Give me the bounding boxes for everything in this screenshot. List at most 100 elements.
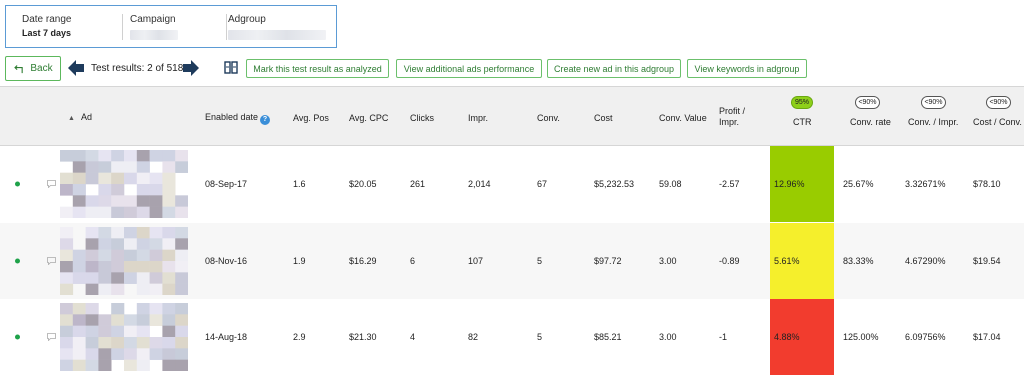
redaction-pixel [136, 195, 150, 207]
redaction-pixel [111, 272, 125, 284]
column-header-conv-rate[interactable]: Conv. rate [850, 117, 891, 128]
column-header-impr[interactable]: Impr. [468, 113, 488, 124]
column-header-clicks[interactable]: Clicks [410, 113, 434, 124]
column-header-profit-impr[interactable]: Profit / Impr. [719, 106, 745, 128]
campaign-label: Campaign [130, 14, 176, 25]
date-range-filter[interactable]: Date range Last 7 days [22, 14, 118, 42]
campaign-value-redacted [130, 30, 178, 40]
redaction-pixel [175, 283, 188, 295]
ctr-value: 12.96% [774, 179, 805, 189]
redaction-pixel [149, 195, 163, 207]
campaign-filter[interactable]: Campaign [130, 14, 220, 42]
column-header-cost[interactable]: Cost [594, 113, 613, 124]
filter-divider [122, 14, 123, 40]
conv-rate-confidence-badge: <90% [855, 96, 880, 109]
table-row[interactable]: 08-Sep-17 1.6 $20.05 261 2,014 67 $5,232… [0, 146, 1024, 222]
redaction-pixel [149, 150, 163, 162]
avg-cpc-cell: $16.29 [349, 256, 377, 266]
test-results-counter: Test results: 2 of 518 [91, 63, 184, 74]
redaction-pixel [85, 238, 99, 250]
adgroup-value-redacted [228, 30, 326, 40]
redaction-pixel [111, 283, 125, 295]
table-header: ▲ Ad Enabled date? Avg. Pos Avg. CPC Clic… [0, 86, 1024, 146]
ad-test-results-page: Date range Last 7 days Campaign Adgroup … [0, 0, 1024, 375]
comment-icon[interactable] [47, 257, 56, 265]
redaction-pixel [85, 261, 99, 273]
redaction-pixel [149, 261, 163, 273]
column-header-ctr[interactable]: CTR [793, 117, 812, 128]
redaction-pixel [85, 227, 99, 239]
conv-impr-cell: 4.67290% [905, 256, 946, 266]
comment-icon[interactable] [47, 180, 56, 188]
previous-result-arrow-icon[interactable] [66, 58, 86, 78]
column-header-cost-conv[interactable]: Cost / Conv. [973, 117, 1022, 128]
redaction-pixel [111, 161, 125, 173]
help-icon[interactable]: ? [260, 115, 271, 125]
redaction-pixel [98, 206, 112, 218]
ad-preview-redacted [60, 227, 188, 295]
redaction-pixel [149, 272, 163, 284]
redaction-pixel [136, 184, 150, 196]
ctr-confidence-badge: 95% [791, 96, 813, 109]
conv-impr-confidence-badge: <90% [921, 96, 946, 109]
column-header-enabled-date[interactable]: Enabled date? [205, 112, 271, 125]
cost-cell: $85.21 [594, 332, 622, 342]
redaction-pixel [111, 249, 125, 262]
redaction-pixel [72, 172, 86, 185]
view-additional-ads-button[interactable]: View additional ads performance [396, 59, 542, 78]
redaction-pixel [175, 337, 188, 349]
impr-cell: 82 [468, 332, 479, 342]
redaction-pixel [72, 314, 86, 326]
column-header-conv-value[interactable]: Conv. Value [659, 113, 707, 124]
conv-value-cell: 3.00 [659, 256, 677, 266]
cost-conv-confidence-badge: <90% [986, 96, 1011, 109]
redaction-pixel [175, 314, 188, 326]
redaction-pixel [162, 348, 176, 360]
create-new-ad-button[interactable]: Create new ad in this adgroup [547, 59, 681, 78]
enabled-date-cell: 14-Aug-18 [205, 332, 248, 342]
compare-columns-icon[interactable] [224, 61, 238, 74]
redaction-pixel [136, 348, 150, 360]
redaction-pixel [162, 314, 176, 326]
column-header-conv[interactable]: Conv. [537, 113, 560, 124]
redaction-pixel [72, 161, 86, 173]
conv-value-cell: 59.08 [659, 179, 682, 189]
column-header-conv-impr[interactable]: Conv. / Impr. [908, 117, 958, 128]
redaction-pixel [60, 150, 74, 162]
avg-pos-cell: 1.6 [293, 179, 306, 189]
redaction-pixel [72, 184, 86, 196]
column-header-avg-cpc[interactable]: Avg. CPC [349, 113, 388, 124]
view-keywords-button[interactable]: View keywords in adgroup [687, 59, 807, 78]
redaction-pixel [124, 172, 138, 185]
status-active-dot [15, 334, 20, 340]
redaction-pixel [124, 227, 138, 239]
redaction-pixel [85, 195, 99, 207]
redaction-pixel [60, 359, 74, 371]
ad-header-label: Ad [80, 112, 92, 122]
enabled-date-header-label: Enabled date [205, 112, 259, 122]
conv-impr-cell: 3.32671% [905, 179, 946, 189]
next-result-arrow-icon[interactable] [181, 58, 201, 78]
redaction-pixel [149, 283, 163, 295]
column-header-ad[interactable]: ▲ Ad [68, 112, 92, 124]
cost-cell: $97.72 [594, 256, 622, 266]
status-active-dot [15, 258, 20, 264]
profit-header-line1: Profit / [719, 106, 746, 116]
redaction-pixel [124, 272, 138, 284]
table-row[interactable]: 14-Aug-18 2.9 $21.30 4 82 5 $85.21 3.00 … [0, 299, 1024, 375]
redaction-pixel [175, 206, 188, 218]
redaction-pixel [98, 172, 112, 185]
redaction-pixel [72, 261, 86, 273]
redaction-pixel [85, 325, 99, 338]
redaction-pixel [136, 283, 150, 295]
redaction-pixel [136, 227, 150, 239]
table-row[interactable]: 08-Nov-16 1.9 $16.29 6 107 5 $97.72 3.00… [0, 223, 1024, 299]
mark-analyzed-button[interactable]: Mark this test result as analyzed [246, 59, 389, 78]
adgroup-filter[interactable]: Adgroup [228, 14, 332, 42]
redaction-pixel [85, 272, 99, 284]
comment-icon[interactable] [47, 333, 56, 341]
back-button[interactable]: Back [5, 56, 61, 81]
column-header-avg-pos[interactable]: Avg. Pos [293, 113, 329, 124]
redaction-pixel [60, 283, 74, 295]
redaction-pixel [149, 238, 163, 250]
